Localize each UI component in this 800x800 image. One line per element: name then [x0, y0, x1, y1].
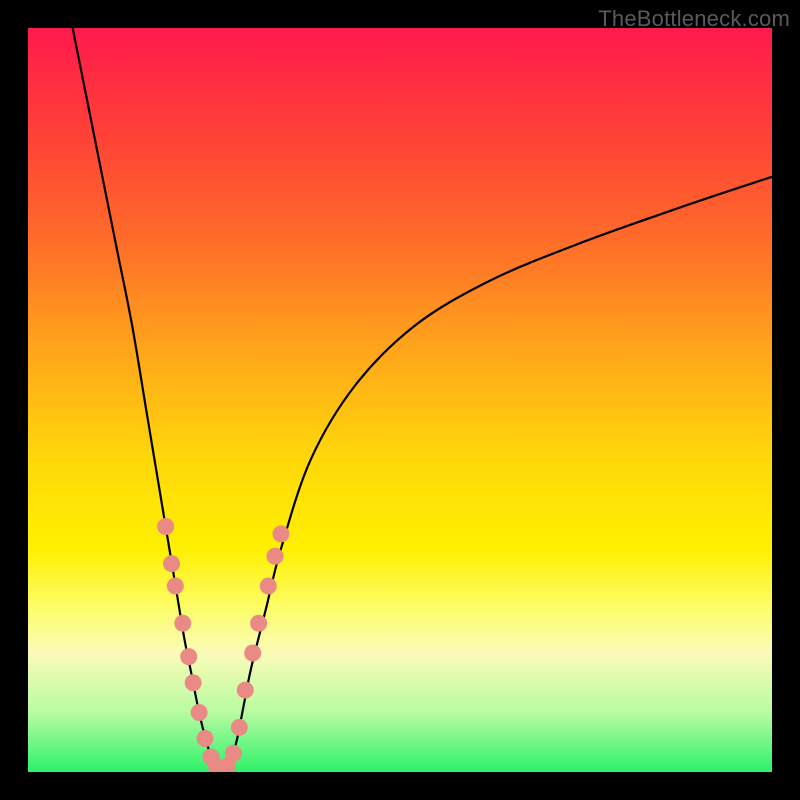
highlight-dot: [225, 745, 242, 762]
chart-svg: [28, 28, 772, 772]
chart-plot-area: [28, 28, 772, 772]
highlight-dot: [191, 704, 208, 721]
highlight-dot: [272, 525, 289, 542]
watermark-text: TheBottleneck.com: [598, 6, 790, 32]
highlight-dot: [250, 615, 267, 632]
highlight-dot: [231, 719, 248, 736]
highlight-dot: [157, 518, 174, 535]
highlight-dots: [157, 518, 289, 772]
curve-right-branch: [221, 177, 772, 772]
highlight-dot: [267, 548, 284, 565]
highlight-dot: [167, 578, 184, 595]
highlight-dot: [180, 648, 197, 665]
highlight-dot: [163, 555, 180, 572]
highlight-dot: [174, 615, 191, 632]
curve-left-branch: [73, 28, 222, 772]
highlight-dot: [185, 674, 202, 691]
highlight-dot: [197, 730, 214, 747]
highlight-dot: [244, 644, 261, 661]
highlight-dot: [237, 682, 254, 699]
highlight-dot: [260, 578, 277, 595]
